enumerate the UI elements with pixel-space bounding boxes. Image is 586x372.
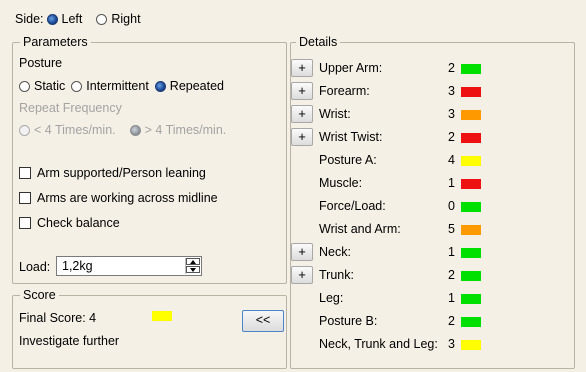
detail-label: Forearm: [319, 84, 370, 98]
posture-options: Static Intermittent Repeated [19, 79, 224, 93]
posture-repeated-label[interactable]: Repeated [170, 79, 224, 93]
midline-checkbox-row[interactable]: Arms are working across midline [19, 191, 218, 205]
detail-value: 3 [448, 84, 455, 98]
side-label: Side: [15, 12, 44, 26]
detail-value: 2 [448, 61, 455, 75]
detail-label: Trunk: [319, 268, 354, 282]
expand-button[interactable]: + [291, 105, 313, 123]
expand-button[interactable]: + [291, 266, 313, 284]
arm-supported-checkbox-row[interactable]: Arm supported/Person leaning [19, 166, 206, 180]
load-spinner[interactable] [185, 258, 200, 274]
detail-label: Wrist and Arm: [319, 222, 401, 236]
expand-button[interactable]: + [291, 59, 313, 77]
detail-value: 2 [448, 314, 455, 328]
repeat-more-radio[interactable] [129, 124, 141, 136]
side-selector: Side: Left Right [15, 12, 141, 26]
detail-label: Neck: [319, 245, 351, 259]
detail-value: 5 [448, 222, 455, 236]
posture-static-radio[interactable] [19, 80, 30, 92]
detail-score-indicator [461, 133, 481, 143]
detail-value: 4 [448, 153, 455, 167]
detail-score-indicator [461, 248, 481, 258]
parameters-title: Parameters [20, 35, 91, 49]
detail-score-indicator [461, 271, 481, 281]
expand-button[interactable]: + [291, 82, 313, 100]
detail-label: Wrist: [319, 107, 351, 121]
score-message: Investigate further [19, 334, 120, 348]
detail-score-indicator [461, 294, 481, 304]
load-spinbox[interactable]: 1,2kg [56, 256, 202, 276]
collapse-button[interactable]: << [242, 310, 284, 332]
detail-label: Force/Load: [319, 199, 386, 213]
detail-label: Posture A: [319, 153, 377, 167]
repeat-less-radio[interactable] [19, 124, 30, 136]
detail-score-indicator [461, 156, 481, 166]
side-left-label[interactable]: Left [62, 12, 83, 26]
arrow-down-icon [190, 268, 196, 272]
details-title: Details [296, 35, 341, 49]
detail-value: 0 [448, 199, 455, 213]
detail-value: 1 [448, 176, 455, 190]
posture-intermittent-label[interactable]: Intermittent [86, 79, 149, 93]
detail-value: 3 [448, 337, 455, 351]
repeat-frequency-label: Repeat Frequency [19, 101, 122, 115]
load-value[interactable]: 1,2kg [62, 259, 93, 273]
detail-score-indicator [461, 340, 481, 350]
final-score-indicator [152, 311, 172, 321]
detail-score-indicator [461, 110, 481, 120]
detail-label: Upper Arm: [319, 61, 383, 75]
midline-label[interactable]: Arms are working across midline [37, 191, 218, 205]
detail-score-indicator [461, 87, 481, 97]
detail-value: 1 [448, 291, 455, 305]
detail-value: 1 [448, 245, 455, 259]
detail-label: Posture B: [319, 314, 378, 328]
detail-label: Wrist Twist: [319, 130, 383, 144]
arrow-up-icon [190, 260, 196, 264]
detail-value: 2 [448, 130, 455, 144]
detail-score-indicator [461, 317, 481, 327]
arm-supported-checkbox[interactable] [19, 167, 31, 179]
detail-label: Leg: [319, 291, 344, 305]
detail-value: 3 [448, 107, 455, 121]
side-left-radio[interactable] [46, 13, 58, 25]
load-label: Load: [19, 260, 51, 274]
side-right-label[interactable]: Right [111, 12, 140, 26]
load-decrement-button[interactable] [186, 266, 200, 273]
expand-button[interactable]: + [291, 128, 313, 146]
repeat-less-label[interactable]: < 4 Times/min. [34, 123, 116, 137]
detail-label: Neck, Trunk and Leg: [319, 337, 438, 351]
posture-label: Posture [19, 56, 63, 70]
score-title: Score [20, 288, 59, 302]
check-balance-label[interactable]: Check balance [37, 216, 120, 230]
detail-score-indicator [461, 202, 481, 212]
arm-supported-label[interactable]: Arm supported/Person leaning [37, 166, 206, 180]
repeat-more-label[interactable]: > 4 Times/min. [145, 123, 227, 137]
check-balance-checkbox[interactable] [19, 217, 31, 229]
load-increment-button[interactable] [186, 258, 200, 265]
midline-checkbox[interactable] [19, 192, 31, 204]
detail-score-indicator [461, 225, 481, 235]
final-score-label: Final Score: 4 [19, 311, 97, 325]
repeat-frequency-options: < 4 Times/min. > 4 Times/min. [19, 123, 226, 137]
score-group [12, 295, 287, 369]
detail-score-indicator [461, 64, 481, 74]
posture-repeated-radio[interactable] [154, 80, 166, 92]
detail-score-indicator [461, 179, 481, 189]
detail-label: Muscle: [319, 176, 363, 190]
posture-intermittent-radio[interactable] [71, 80, 83, 92]
side-right-radio[interactable] [96, 13, 108, 25]
posture-static-label[interactable]: Static [34, 79, 65, 93]
detail-value: 2 [448, 268, 455, 282]
expand-button[interactable]: + [291, 243, 313, 261]
check-balance-checkbox-row[interactable]: Check balance [19, 216, 120, 230]
